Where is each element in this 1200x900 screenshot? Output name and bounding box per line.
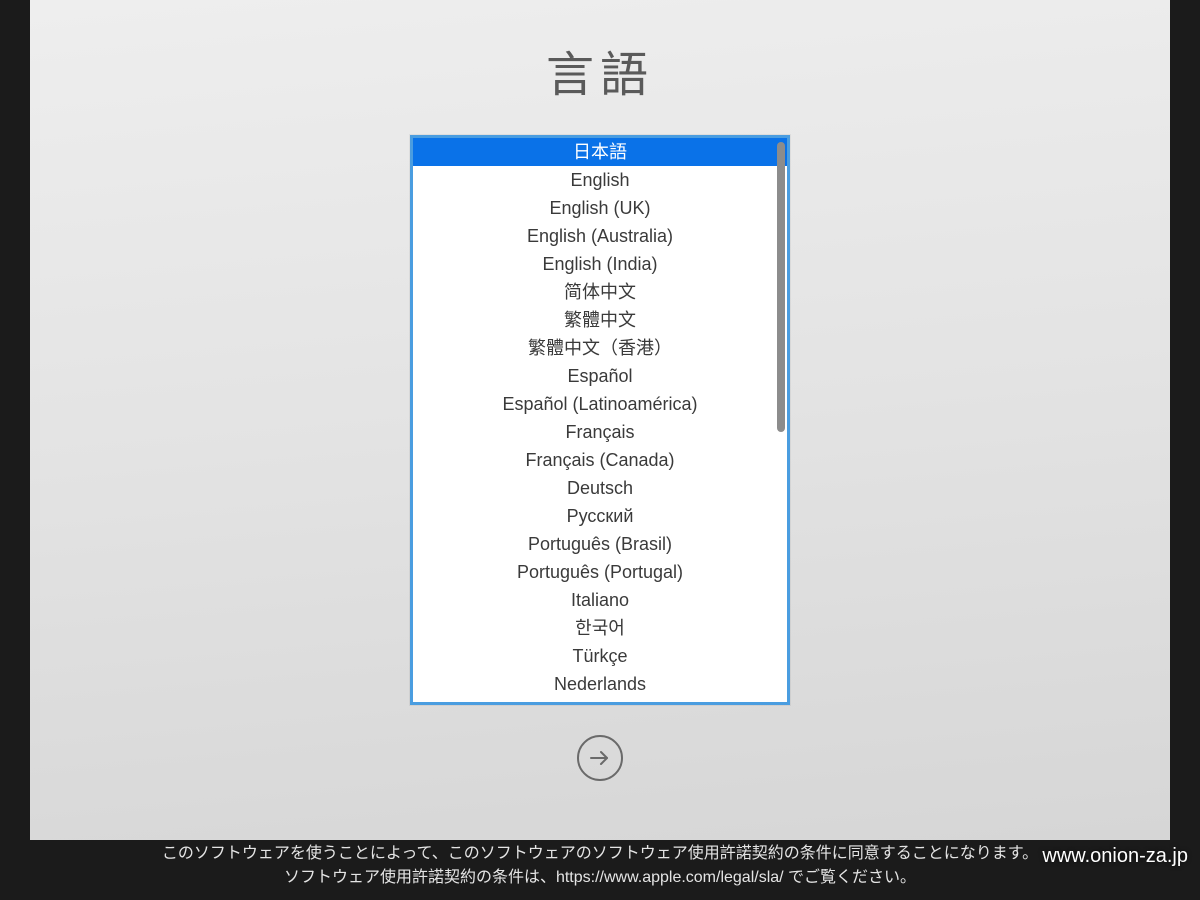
language-listbox[interactable]: 日本語EnglishEnglish (UK)English (Australia… <box>410 135 790 705</box>
setup-screen: 言語 日本語EnglishEnglish (UK)English (Austra… <box>30 0 1170 840</box>
language-option[interactable]: English <box>413 166 787 194</box>
scrollbar-thumb[interactable] <box>777 142 785 432</box>
language-option[interactable]: 한국어 <box>413 614 787 642</box>
language-option[interactable]: Français <box>413 418 787 446</box>
page-title: 言語 <box>546 35 654 105</box>
language-option[interactable]: 繁體中文 <box>413 306 787 334</box>
legal-line-1: このソフトウェアを使うことによって、このソフトウェアのソフトウェア使用許諾契約の… <box>0 842 1200 866</box>
language-option[interactable]: Português (Portugal) <box>413 558 787 586</box>
legal-text: このソフトウェアを使うことによって、このソフトウェアのソフトウェア使用許諾契約の… <box>0 842 1200 890</box>
language-option[interactable]: 日本語 <box>413 138 787 166</box>
language-option[interactable]: Español <box>413 362 787 390</box>
language-option[interactable]: 繁體中文（香港） <box>413 334 787 362</box>
arrow-right-icon <box>588 746 612 770</box>
language-option[interactable]: Español (Latinoamérica) <box>413 390 787 418</box>
language-option[interactable]: English (India) <box>413 250 787 278</box>
language-option[interactable]: Deutsch <box>413 474 787 502</box>
language-option[interactable]: Français (Canada) <box>413 446 787 474</box>
legal-line-2: ソフトウェア使用許諾契約の条件は、https://www.apple.com/l… <box>0 866 1200 890</box>
language-option[interactable]: English (Australia) <box>413 222 787 250</box>
language-option[interactable]: Русский <box>413 502 787 530</box>
language-option[interactable]: Türkçe <box>413 642 787 670</box>
language-option[interactable]: Italiano <box>413 586 787 614</box>
continue-button[interactable] <box>577 735 623 781</box>
listbox-scrollbar[interactable] <box>777 142 785 698</box>
language-option[interactable]: Nederlands <box>413 670 787 698</box>
watermark: www.onion-za.jp <box>1042 845 1188 868</box>
language-option[interactable]: Português (Brasil) <box>413 530 787 558</box>
language-option[interactable]: English (UK) <box>413 194 787 222</box>
language-option[interactable]: 简体中文 <box>413 278 787 306</box>
